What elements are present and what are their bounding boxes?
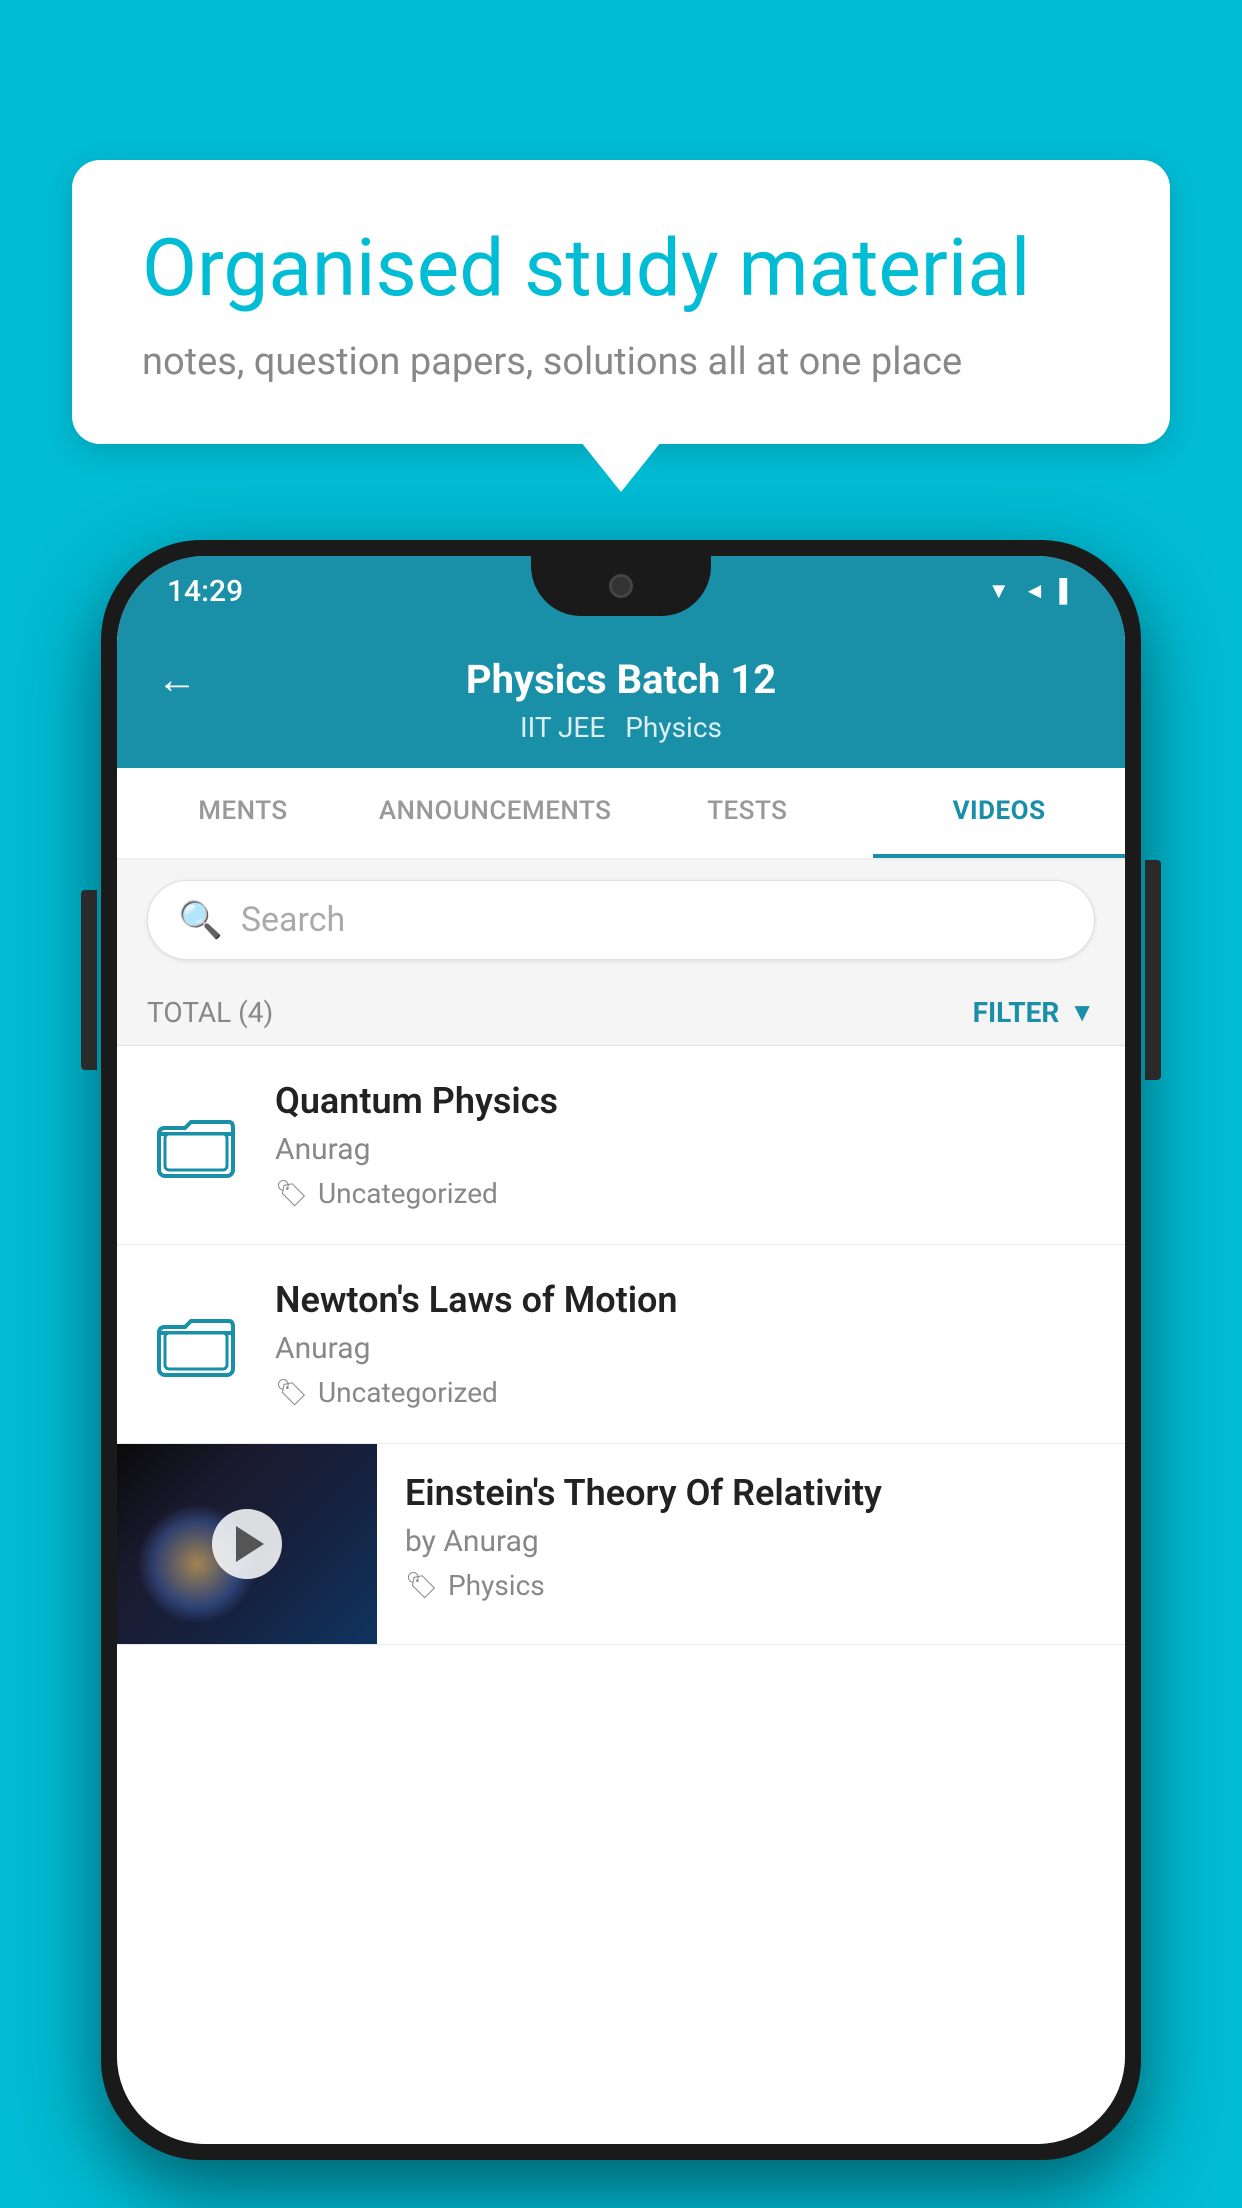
phone-wrapper: 14:29 ▼ ◄ ▌ ← Physics Batch 12 IIT JEE xyxy=(101,540,1141,2160)
video-title: Newton's Laws of Motion xyxy=(275,1279,1095,1321)
folder-icon-wrapper xyxy=(147,1110,247,1180)
speech-bubble: Organised study material notes, question… xyxy=(72,160,1170,444)
tag-label: Uncategorized xyxy=(318,1177,498,1210)
speech-bubble-subtitle: notes, question papers, solutions all at… xyxy=(142,340,1100,384)
tab-announcements[interactable]: ANNOUNCEMENTS xyxy=(369,768,622,858)
back-button[interactable]: ← xyxy=(157,656,197,703)
video-author: Anurag xyxy=(275,1331,1095,1366)
list-item[interactable]: Quantum Physics Anurag 🏷 Uncategorized xyxy=(117,1046,1125,1245)
wifi-icon: ▼ xyxy=(988,578,1010,604)
tag-label: Uncategorized xyxy=(318,1376,498,1409)
video-title: Einstein's Theory Of Relativity xyxy=(405,1472,1095,1514)
tag-icon: 🏷 xyxy=(275,1378,308,1408)
tag-icon: 🏷 xyxy=(275,1179,308,1209)
signal-icon: ◄ xyxy=(1024,578,1046,604)
speech-bubble-title: Organised study material xyxy=(142,220,1100,316)
app-content: ← Physics Batch 12 IIT JEE Physics MENTS… xyxy=(117,626,1125,2144)
phone-screen: 14:29 ▼ ◄ ▌ ← Physics Batch 12 IIT JEE xyxy=(117,556,1125,2144)
video-list: Quantum Physics Anurag 🏷 Uncategorized xyxy=(117,1046,1125,1645)
phone-notch xyxy=(531,556,711,616)
video-info: Einstein's Theory Of Relativity by Anura… xyxy=(377,1444,1095,1630)
filter-icon: ▼ xyxy=(1069,997,1095,1028)
search-placeholder: Search xyxy=(241,900,345,940)
tabs: MENTS ANNOUNCEMENTS TESTS VIDEOS xyxy=(117,768,1125,860)
front-camera xyxy=(609,574,633,598)
search-icon: 🔍 xyxy=(178,899,223,941)
video-tag: 🏷 Uncategorized xyxy=(275,1177,1095,1210)
total-count: TOTAL (4) xyxy=(147,996,273,1029)
video-tag: 🏷 Uncategorized xyxy=(275,1376,1095,1409)
video-author: by Anurag xyxy=(405,1524,1095,1559)
video-info: Newton's Laws of Motion Anurag 🏷 Uncateg… xyxy=(275,1279,1095,1409)
search-bar[interactable]: 🔍 Search xyxy=(147,880,1095,960)
search-bar-wrapper: 🔍 Search xyxy=(117,860,1125,980)
app-header: ← Physics Batch 12 IIT JEE Physics xyxy=(117,626,1125,768)
video-author: Anurag xyxy=(275,1132,1095,1167)
header-subtitle: IIT JEE Physics xyxy=(520,711,722,744)
play-button[interactable] xyxy=(212,1509,282,1579)
video-tag: 🏷 Physics xyxy=(405,1569,1095,1602)
tag-label: Physics xyxy=(448,1569,545,1602)
folder-icon xyxy=(157,1309,237,1379)
video-title: Quantum Physics xyxy=(275,1080,1095,1122)
header-title: Physics Batch 12 xyxy=(466,656,776,703)
phone-outer: 14:29 ▼ ◄ ▌ ← Physics Batch 12 IIT JEE xyxy=(101,540,1141,2160)
play-triangle-icon xyxy=(236,1526,264,1562)
header-subtitle-right: Physics xyxy=(625,711,722,744)
list-item[interactable]: Newton's Laws of Motion Anurag 🏷 Uncateg… xyxy=(117,1245,1125,1444)
folder-icon-wrapper xyxy=(147,1309,247,1379)
filter-row: TOTAL (4) FILTER ▼ xyxy=(117,980,1125,1046)
video-info: Quantum Physics Anurag 🏷 Uncategorized xyxy=(275,1080,1095,1210)
list-item[interactable]: Einstein's Theory Of Relativity by Anura… xyxy=(117,1444,1125,1645)
header-row: ← Physics Batch 12 xyxy=(157,656,1085,703)
header-subtitle-left: IIT JEE xyxy=(520,711,605,744)
tab-tests[interactable]: TESTS xyxy=(621,768,873,858)
status-icons: ▼ ◄ ▌ xyxy=(988,578,1075,604)
tab-ments[interactable]: MENTS xyxy=(117,768,369,858)
battery-icon: ▌ xyxy=(1059,578,1075,604)
video-thumbnail[interactable] xyxy=(117,1444,377,1644)
filter-label: FILTER xyxy=(973,996,1060,1029)
folder-icon xyxy=(157,1110,237,1180)
status-time: 14:29 xyxy=(167,574,243,609)
filter-button[interactable]: FILTER ▼ xyxy=(973,996,1095,1029)
tab-videos[interactable]: VIDEOS xyxy=(873,768,1125,858)
tag-icon: 🏷 xyxy=(405,1571,438,1601)
